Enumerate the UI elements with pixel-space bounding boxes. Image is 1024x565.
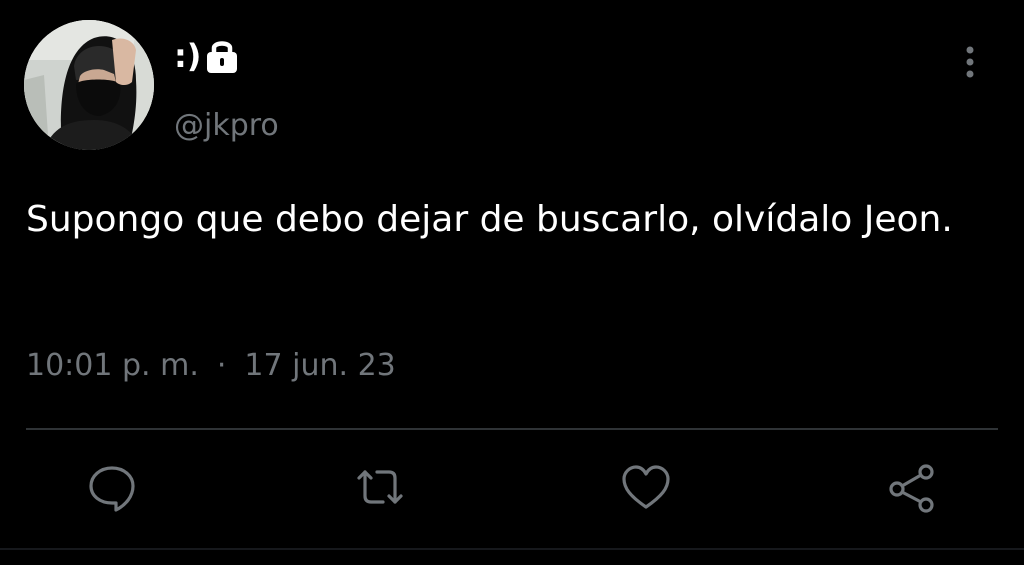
tweet-meta: 10:01 p. m. · 17 jun. 23 (26, 344, 396, 388)
reply-button[interactable] (86, 462, 138, 514)
heart-icon (622, 465, 670, 509)
share-button[interactable] (886, 462, 938, 514)
tweet-date[interactable]: 17 jun. 23 (244, 348, 395, 383)
display-name[interactable]: :) (174, 36, 201, 76)
tweet-card: :) @jkpro Supongo que debo dejar de busc… (0, 0, 1024, 565)
like-button[interactable] (620, 462, 672, 514)
lock-icon (207, 41, 237, 73)
profile-photo-icon (24, 20, 154, 150)
tweet-text: Supongo que debo dejar de buscarlo, olví… (26, 199, 953, 240)
tweet-time[interactable]: 10:01 p. m. (26, 348, 199, 383)
retweet-icon (357, 470, 403, 504)
divider (26, 428, 998, 430)
user-handle[interactable]: @jkpro (174, 106, 279, 146)
share-icon (889, 464, 934, 513)
avatar[interactable] (24, 20, 154, 150)
bottom-border (0, 548, 1024, 550)
retweet-button[interactable] (354, 462, 406, 514)
meta-separator: · (216, 348, 227, 383)
more-vertical-icon[interactable] (955, 44, 985, 80)
speech-bubble-icon (89, 466, 135, 512)
